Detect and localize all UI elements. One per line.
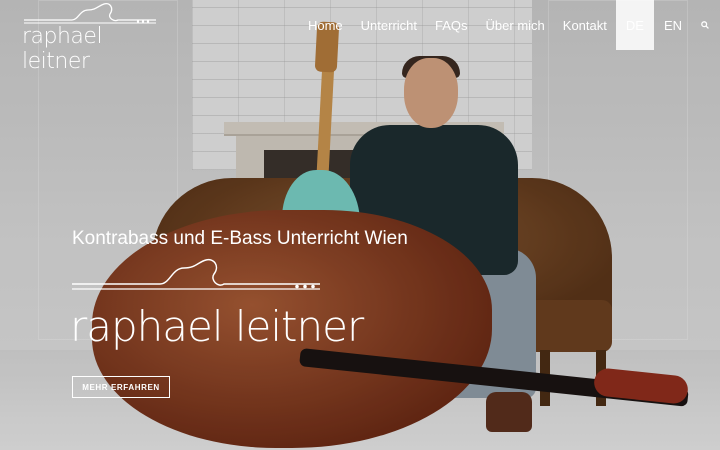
- hero-subtitle: Kontrabass und E-Bass Unterricht Wien: [72, 228, 408, 249]
- site-logo[interactable]: raphael leitner: [22, 2, 158, 74]
- nav-item-kontakt[interactable]: Kontakt: [554, 0, 616, 50]
- nav-item-home[interactable]: Home: [299, 0, 352, 50]
- logo-text: raphael leitner: [22, 24, 103, 74]
- search-button[interactable]: [692, 0, 718, 50]
- hero-brand-title: raphael leitner: [70, 302, 364, 351]
- nav-item-unterricht[interactable]: Unterricht: [352, 0, 426, 50]
- bass-outline-graphic-icon: [72, 258, 320, 290]
- language-en[interactable]: EN: [654, 0, 692, 50]
- nav-item-faqs[interactable]: FAQs: [426, 0, 477, 50]
- language-de[interactable]: DE: [615, 0, 654, 50]
- more-info-button[interactable]: MEHR ERFAHREN: [72, 376, 170, 398]
- nav-item-ueber-mich[interactable]: Über mich: [477, 0, 554, 50]
- main-navigation: Home Unterricht FAQs Über mich Kontakt D…: [299, 0, 720, 50]
- search-icon: [701, 21, 709, 29]
